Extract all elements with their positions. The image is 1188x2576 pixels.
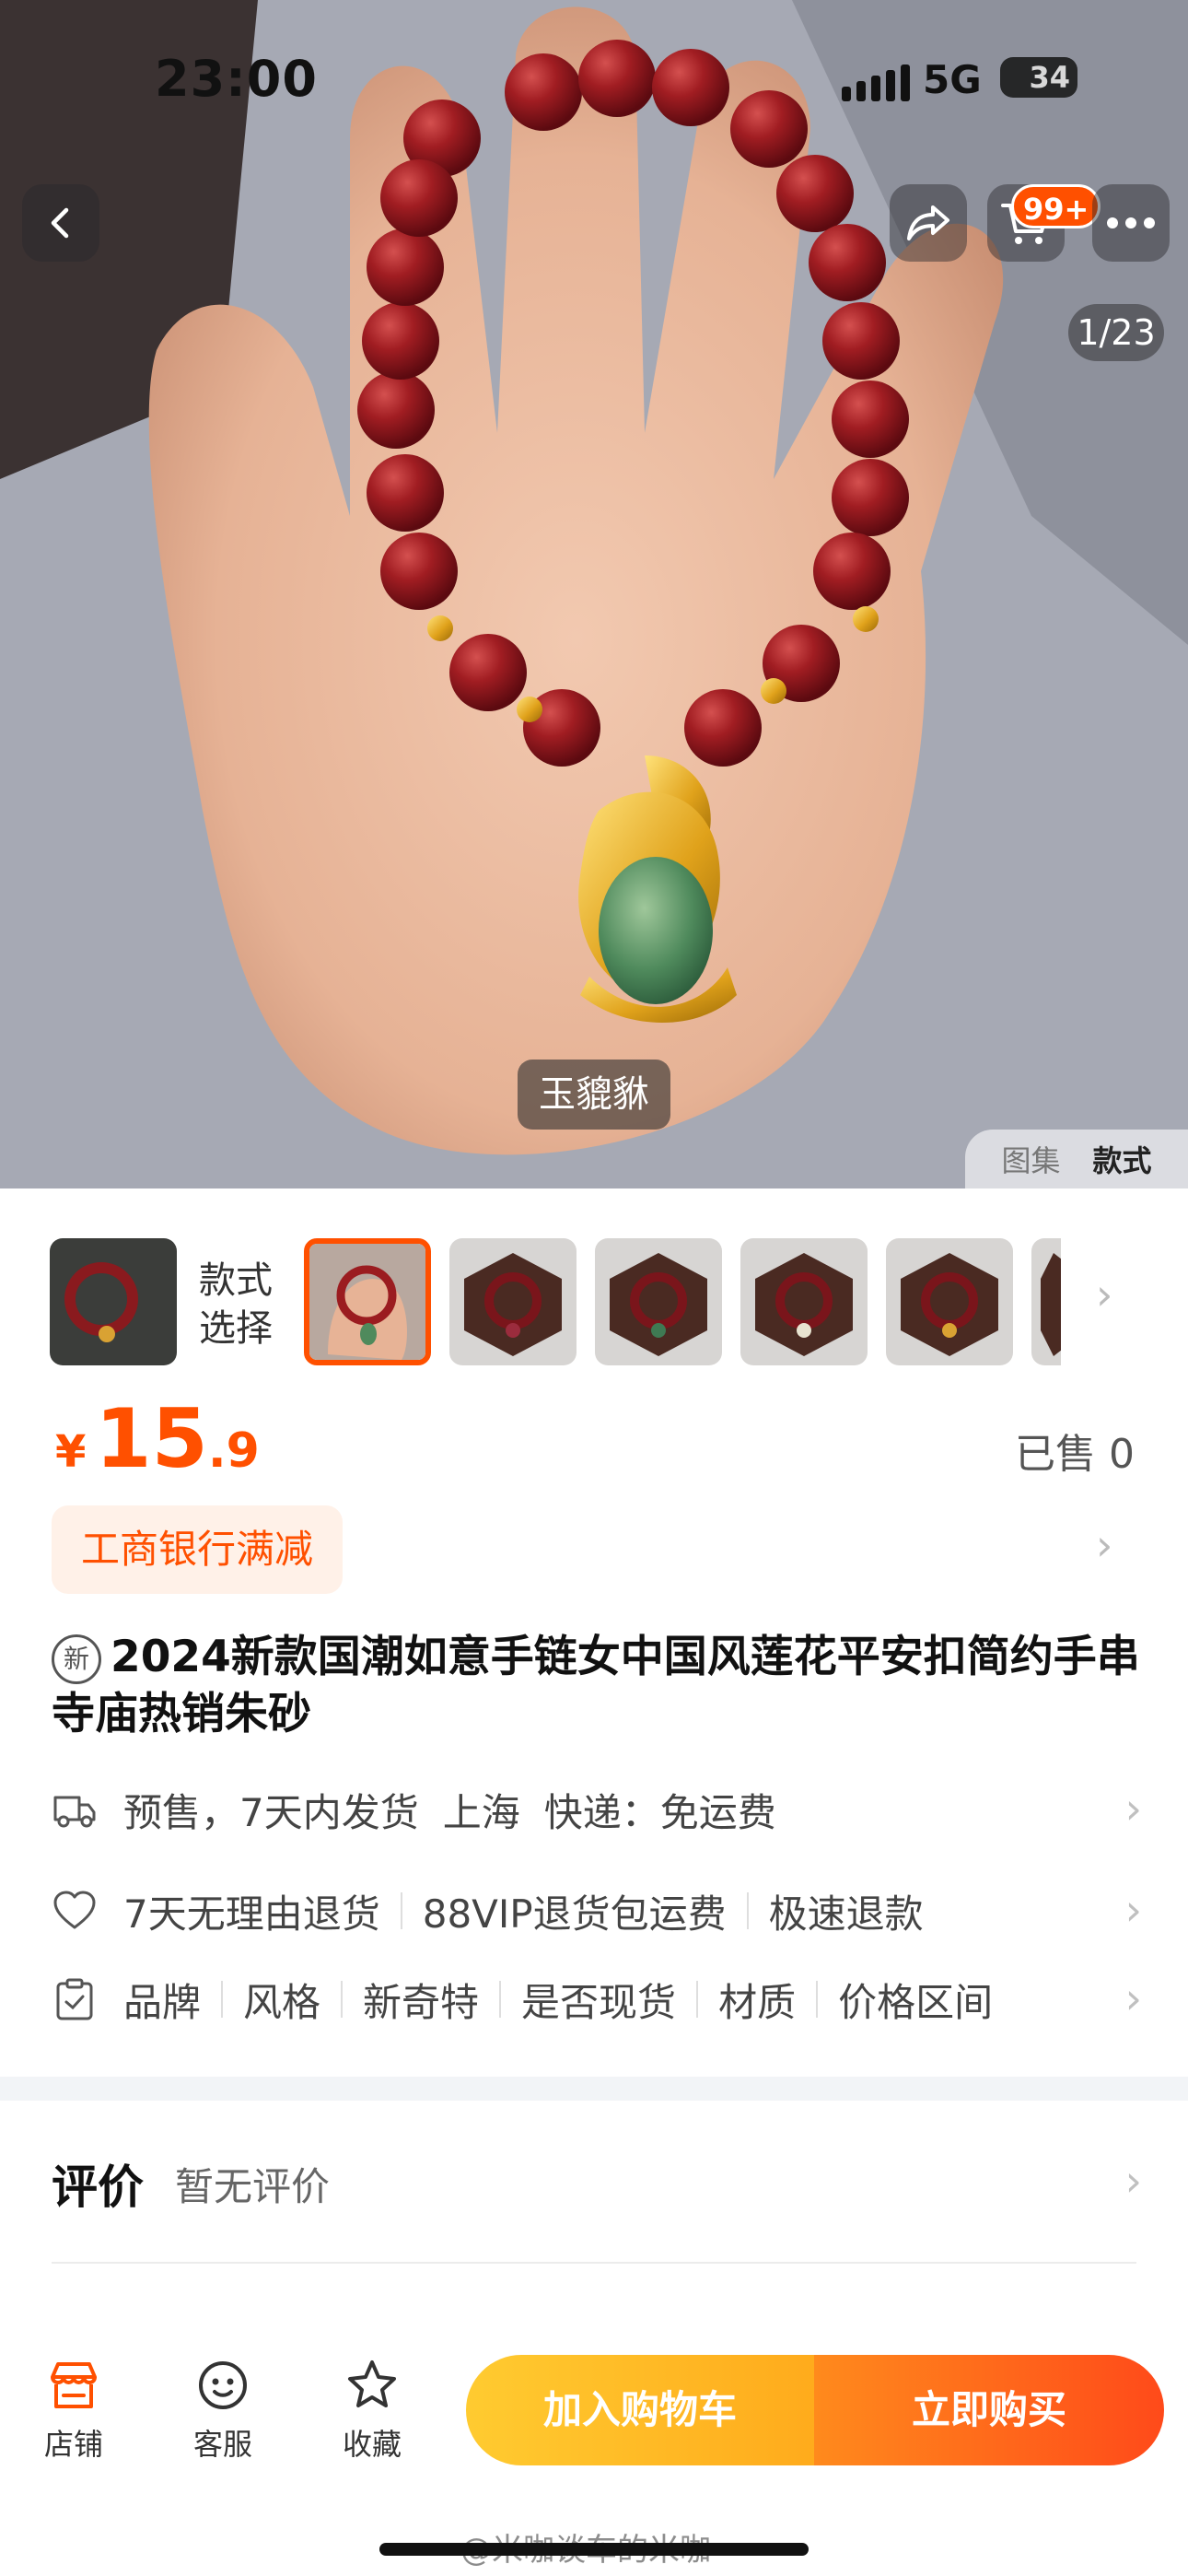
attribute-item: 新奇特 xyxy=(363,1979,480,2025)
battery-level: 34 xyxy=(1029,60,1070,95)
divider xyxy=(400,1892,402,1929)
product-photo xyxy=(0,0,1188,1188)
share-button[interactable] xyxy=(890,184,967,262)
product-title: 2024新款国潮如意手链女中国风莲花平安扣简约手串寺庙热销朱砂 xyxy=(52,1632,1140,1739)
customer-service-button[interactable]: 客服 xyxy=(168,2357,278,2464)
product-gallery[interactable]: 23:00 5G 34 99+ 1/23 玉貔貅 图集 款式 xyxy=(0,0,1188,1188)
favorite-button[interactable]: 收藏 xyxy=(317,2357,427,2464)
network-type: 5G xyxy=(923,57,982,102)
star-icon xyxy=(348,2360,396,2407)
style-thumbnail[interactable] xyxy=(50,1238,177,1365)
attribute-item: 风格 xyxy=(243,1979,321,2025)
more-button[interactable] xyxy=(1092,184,1170,262)
style-picker: 款式选择 › xyxy=(0,1229,1188,1367)
back-button[interactable] xyxy=(22,184,99,262)
share-icon xyxy=(907,205,949,240)
attributes-row[interactable]: 品牌 风格 新奇特 是否现货 材质 价格区间 › xyxy=(52,1962,1142,2036)
sold-count: 已售 0 xyxy=(1015,1431,1135,1478)
divider xyxy=(816,1981,819,2018)
cart-count-badge: 99+ xyxy=(1011,184,1101,228)
style-thumbnail[interactable] xyxy=(740,1238,868,1365)
tab-styles[interactable]: 款式 xyxy=(1092,1138,1151,1180)
guarantee-item: 88VIP退货包运费 xyxy=(422,1891,727,1937)
image-counter: 1/23 xyxy=(1068,304,1164,361)
clipboard-icon xyxy=(56,1978,93,2020)
new-badge: 新 xyxy=(52,1634,101,1684)
customer-service-icon xyxy=(199,2361,247,2409)
heart-icon xyxy=(53,1891,96,1929)
favorite-label: 收藏 xyxy=(342,2427,402,2462)
shop-label: 店铺 xyxy=(43,2427,103,2462)
gallery-view-tabs: 图集 款式 xyxy=(965,1130,1188,1188)
add-to-cart-button[interactable]: 加入购物车 xyxy=(466,2355,814,2465)
promotion-badge[interactable]: 工商银行满减 xyxy=(52,1505,344,1594)
guarantee-item: 极速退款 xyxy=(768,1891,924,1937)
guarantee-row[interactable]: 7天无理由退货 88VIP退货包运费 极速退款 › xyxy=(52,1874,1142,1948)
shop-icon xyxy=(51,2362,97,2408)
style-thumbnail[interactable] xyxy=(449,1238,577,1365)
divider xyxy=(221,1981,224,2018)
purchase-buttons: 加入购物车 立即购买 xyxy=(466,2355,1164,2465)
battery-icon: 34 xyxy=(1000,57,1077,98)
promotion-chevron-icon[interactable]: › xyxy=(1096,1520,1112,1570)
style-thumbnail[interactable] xyxy=(886,1238,1013,1365)
image-caption: 玉貔貅 xyxy=(518,1060,670,1130)
shop-button[interactable]: 店铺 xyxy=(18,2357,129,2464)
cellular-signal-icon xyxy=(842,64,910,101)
price-integer: 15 xyxy=(95,1391,208,1486)
style-picker-chevron-icon[interactable]: › xyxy=(1096,1270,1112,1319)
attributes-chevron-icon: › xyxy=(1124,1973,1142,2023)
price: ¥ 15 .9 xyxy=(55,1391,260,1486)
attribute-item: 是否现货 xyxy=(521,1979,677,2025)
price-decimal: .9 xyxy=(207,1423,260,1479)
tab-gallery[interactable]: 图集 xyxy=(1001,1138,1060,1180)
guarantee-chevron-icon: › xyxy=(1124,1885,1142,1935)
buy-now-button[interactable]: 立即购买 xyxy=(814,2355,1164,2465)
style-thumbnail[interactable] xyxy=(595,1238,722,1365)
shipping-express: 快递：免运费 xyxy=(543,1789,776,1835)
guarantee-item: 7天无理由退货 xyxy=(123,1891,380,1937)
attribute-item: 价格区间 xyxy=(838,1979,994,2025)
reviews-title: 评价 xyxy=(52,2160,144,2214)
status-bar: 23:00 5G 34 xyxy=(0,37,1188,125)
customer-service-label: 客服 xyxy=(192,2427,252,2462)
attribute-item: 品牌 xyxy=(123,1979,202,2025)
attribute-item: 材质 xyxy=(718,1979,797,2025)
divider xyxy=(746,1892,749,1929)
price-currency: ¥ xyxy=(55,1426,87,1478)
style-thumbnail-partial[interactable] xyxy=(1031,1238,1061,1365)
truck-icon xyxy=(53,1796,96,1828)
shipping-presale: 预售，7天内发货 xyxy=(123,1789,419,1835)
home-indicator[interactable] xyxy=(379,2543,809,2556)
product-title-block: 新 2024新款国潮如意手链女中国风莲花平安扣简约手串寺庙热销朱砂 xyxy=(52,1629,1147,1743)
reviews-row[interactable]: 评价 暂无评价 › xyxy=(52,2147,1142,2220)
more-icon xyxy=(1107,217,1155,228)
back-icon xyxy=(51,207,69,239)
reviews-empty-text: 暂无评价 xyxy=(175,2163,331,2209)
divider xyxy=(341,1981,344,2018)
divider xyxy=(696,1981,699,2018)
style-thumbnail-selected[interactable] xyxy=(304,1238,431,1365)
shipping-row[interactable]: 预售，7天内发货 上海 快递：免运费 › xyxy=(52,1773,1142,1846)
divider xyxy=(499,1981,502,2018)
shipping-origin: 上海 xyxy=(442,1789,520,1835)
shipping-chevron-icon: › xyxy=(1124,1784,1142,1833)
status-time: 23:00 xyxy=(155,50,318,108)
section-divider xyxy=(0,2077,1188,2101)
reviews-chevron-icon: › xyxy=(1124,2156,1142,2206)
style-picker-label: 款式选择 xyxy=(199,1259,273,1350)
divider xyxy=(52,2262,1136,2264)
